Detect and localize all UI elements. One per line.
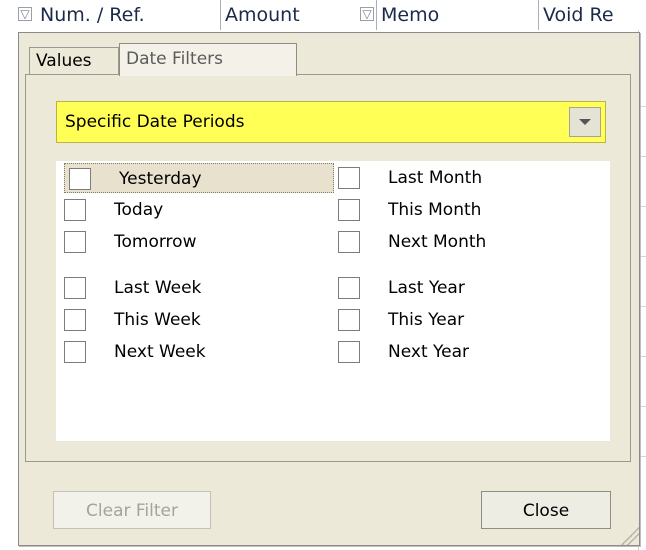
date-filters-tab-body: Specific Date Periods Yesterday Today To…: [25, 74, 631, 462]
checkbox[interactable]: [338, 199, 360, 221]
option-label: This Year: [388, 310, 465, 330]
tab-values[interactable]: Values: [29, 47, 119, 74]
date-filter-popup: Values Date Filters Specific Date Period…: [18, 32, 640, 546]
option-label: This Week: [114, 310, 201, 330]
dropdown-arrow-button[interactable]: [569, 107, 601, 137]
checkbox[interactable]: [338, 277, 360, 299]
chevron-down-icon: [579, 119, 591, 125]
column-header-memo[interactable]: Memo: [376, 0, 439, 30]
checkbox[interactable]: [64, 309, 86, 331]
column-header-amount[interactable]: Amount: [220, 0, 300, 30]
resize-grip-icon[interactable]: [619, 525, 639, 545]
close-button[interactable]: Close: [481, 491, 611, 529]
checkbox[interactable]: [338, 231, 360, 253]
option-label: Next Year: [388, 342, 469, 362]
checkbox[interactable]: [69, 168, 91, 190]
option-label: Yesterday: [119, 169, 202, 189]
option-label: Last Month: [388, 168, 483, 188]
date-period-list: Yesterday Today Tomorrow Last Week This …: [56, 161, 610, 441]
checkbox[interactable]: [64, 199, 86, 221]
option-yesterday[interactable]: Yesterday: [64, 163, 334, 193]
grid-header: ▽ Num. / Ref. Amount ▽ Memo Void Re: [0, 0, 646, 34]
clear-filter-button[interactable]: Clear Filter: [53, 491, 211, 529]
checkbox[interactable]: [338, 341, 360, 363]
period-type-value: Specific Date Periods: [65, 112, 245, 132]
checkbox[interactable]: [338, 309, 360, 331]
option-label: Today: [114, 200, 164, 220]
checkbox[interactable]: [64, 231, 86, 253]
option-label: Next Week: [114, 342, 206, 362]
option-label: Tomorrow: [114, 232, 197, 252]
option-label: Last Year: [388, 278, 465, 298]
option-label: This Month: [388, 200, 482, 220]
period-type-dropdown[interactable]: Specific Date Periods: [56, 101, 606, 143]
column-header-void[interactable]: Void Re: [538, 0, 614, 30]
checkbox[interactable]: [338, 167, 360, 189]
column-header-num-ref[interactable]: Num. / Ref.: [36, 0, 145, 30]
checkbox[interactable]: [64, 277, 86, 299]
option-label: Next Month: [388, 232, 487, 252]
option-label: Last Week: [114, 278, 202, 298]
filter-icon[interactable]: ▽: [18, 7, 32, 21]
filter-icon[interactable]: ▽: [360, 7, 374, 21]
tab-date-filters[interactable]: Date Filters: [119, 43, 297, 76]
checkbox[interactable]: [64, 341, 86, 363]
